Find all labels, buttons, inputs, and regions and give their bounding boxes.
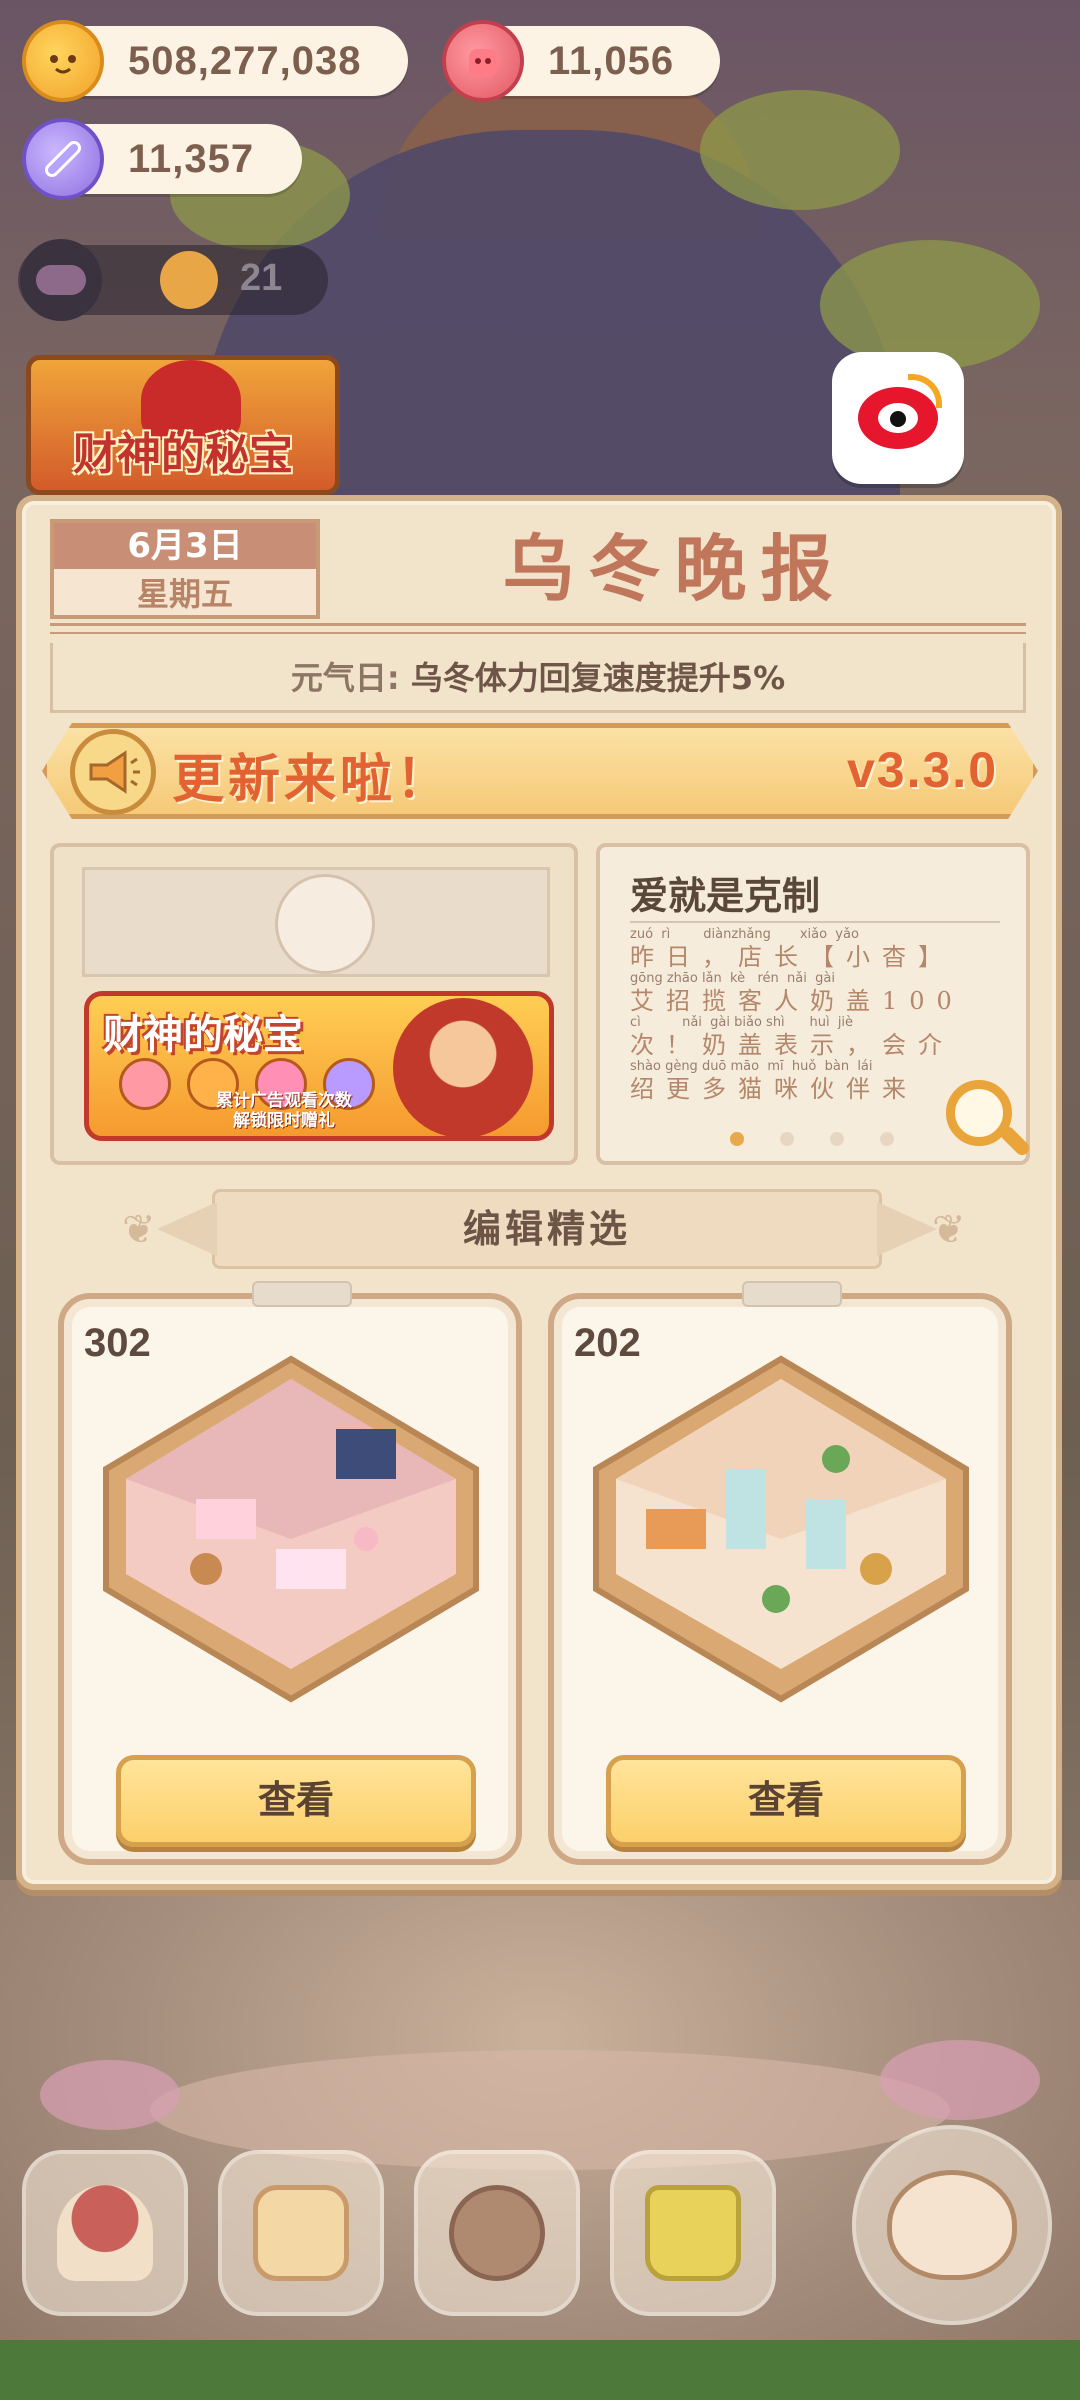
version-label: v3.3.0 — [846, 742, 998, 798]
story-pinyin: gōng zhāo lǎn kè rén nǎi gài — [630, 971, 835, 986]
story-title: 爱就是克制 — [630, 874, 821, 918]
gem-counter[interactable]: 11,056 — [442, 20, 720, 102]
flower-bush — [880, 2040, 1040, 2120]
friends-bar[interactable]: 21 — [18, 239, 328, 321]
dock-friends-button[interactable] — [414, 2150, 580, 2316]
room-card[interactable]: 202 查看 — [548, 1281, 1012, 1865]
grass-strip — [0, 2340, 1080, 2400]
friend-avatar — [160, 251, 218, 309]
mushroom-house-icon — [57, 2185, 153, 2281]
magnifier-icon[interactable] — [946, 1080, 1032, 1164]
story-line: cì nǎi gài biǎo shì huì jiè 次！奶盖表示，会介 — [630, 1015, 990, 1059]
candy-value: 11,357 — [128, 136, 255, 181]
dock-diary-button[interactable] — [218, 2150, 384, 2316]
story-line: zuó rì diànzhǎng xiǎo yǎo 昨日，店长【小杳】 — [630, 927, 990, 971]
sketch-illustration — [82, 867, 550, 977]
divider — [50, 632, 1026, 634]
newspaper-panel: 6月3日 星期五 乌冬晚报 元气日: 乌冬体力回复速度提升5% 更新来啦！ v3… — [16, 495, 1062, 1890]
divider — [50, 623, 1026, 626]
room-thumbnail — [593, 1355, 969, 1703]
story-pinyin: cì nǎi gài biǎo shì huì jiè — [630, 1015, 854, 1030]
view-room-button[interactable]: 查看 — [116, 1755, 476, 1847]
daily-buff-label: 元气日: — [290, 659, 400, 697]
newspaper-title: 乌冬晚报 — [502, 526, 847, 611]
paper-clip — [252, 1281, 352, 1307]
reward-coin-icon — [119, 1058, 171, 1110]
page-dot[interactable] — [730, 1132, 744, 1146]
tree-leaves — [700, 90, 900, 210]
story-text: 次！奶盖表示，会介 — [630, 1031, 954, 1059]
weibo-share-button[interactable] — [832, 352, 964, 484]
promo-desc-line: 累计广告观看次数 — [216, 1091, 352, 1111]
divider — [630, 921, 1000, 923]
mascot-fish-icon — [887, 2170, 1017, 2280]
date-label: 6月3日 — [54, 523, 316, 569]
jelly-gem-icon — [442, 20, 524, 102]
promo-banner[interactable]: 财神的秘宝 累计广告观看次数 解锁限时赠礼 — [84, 991, 554, 1141]
room-thumbnail — [103, 1355, 479, 1703]
shopping-bag-icon — [645, 2185, 741, 2281]
event-banner-treasure[interactable]: 财神的秘宝 — [26, 355, 340, 495]
paper-clip — [742, 1281, 842, 1307]
event-banner-title: 财神的秘宝 — [73, 429, 293, 480]
page-dot[interactable] — [880, 1132, 894, 1146]
story-text: 艾招揽客人奶盖100 — [630, 987, 964, 1015]
story-body: zuó rì diànzhǎng xiǎo yǎo 昨日，店长【小杳】 gōng… — [630, 927, 990, 1103]
view-room-button[interactable]: 查看 — [606, 1755, 966, 1847]
weekday-label: 星期五 — [136, 575, 233, 613]
story-text: 绍更多猫咪伙伴来 — [630, 1075, 918, 1103]
gem-value: 11,056 — [548, 38, 675, 83]
candy-icon — [22, 118, 104, 200]
dock-house-button[interactable] — [22, 2150, 188, 2316]
room-card[interactable]: 302 查看 — [58, 1281, 522, 1865]
tree-leaves — [820, 240, 1040, 370]
candy-counter[interactable]: 11,357 — [22, 118, 302, 200]
dock-main-menu-button[interactable] — [852, 2125, 1052, 2325]
story-pinyin: shào gèng duō māo mī huǒ bàn lái — [630, 1059, 873, 1074]
update-title: 更新来啦！ — [172, 749, 453, 810]
story-pagination[interactable] — [730, 1132, 894, 1146]
dock-shop-button[interactable] — [610, 2150, 776, 2316]
megaphone-icon — [70, 729, 156, 815]
weibo-signal-icon — [908, 374, 942, 408]
date-box: 6月3日 星期五 — [50, 519, 320, 619]
story-text: 昨日，店长【小杳】 — [630, 943, 954, 971]
story-line: shào gèng duō māo mī huǒ bàn lái 绍更多猫咪伙伴… — [630, 1059, 990, 1103]
sprig-icon: ❦ — [932, 1207, 966, 1253]
story-pinyin: zuó rì diànzhǎng xiǎo yǎo — [630, 927, 859, 942]
promo-title: 财神的秘宝 — [103, 1011, 303, 1058]
news-card-promo[interactable]: 财神的秘宝 累计广告观看次数 解锁限时赠礼 — [50, 843, 578, 1165]
sprig-icon: ❦ — [122, 1207, 156, 1253]
coin-counter[interactable]: 508,277,038 — [22, 20, 408, 102]
mascot-sketch-icon — [275, 874, 375, 974]
cookie-coin-icon — [22, 20, 104, 102]
diary-heart-icon — [253, 2185, 349, 2281]
magnifier-handle — [998, 1124, 1032, 1158]
page-dot[interactable] — [830, 1132, 844, 1146]
promo-description: 累计广告观看次数 解锁限时赠礼 — [169, 1091, 399, 1131]
promo-desc-line: 解锁限时赠礼 — [233, 1111, 335, 1131]
daily-buff-line: 元气日: 乌冬体力回复速度提升5% — [50, 643, 1026, 713]
coin-value: 508,277,038 — [128, 38, 362, 83]
daily-buff-text: 乌冬体力回复速度提升5% — [399, 659, 786, 697]
story-line: gōng zhāo lǎn kè rén nǎi gài 艾招揽客人奶盖100 — [630, 971, 990, 1015]
editor-picks-header: 编辑精选 — [212, 1189, 882, 1269]
page-dot[interactable] — [780, 1132, 794, 1146]
friends-count: 21 — [240, 257, 283, 299]
fortune-god-icon — [393, 998, 533, 1136]
cookie-friend-icon — [449, 2185, 545, 2281]
cloud-avatar-icon — [20, 239, 102, 321]
flower-bush — [40, 2060, 180, 2130]
